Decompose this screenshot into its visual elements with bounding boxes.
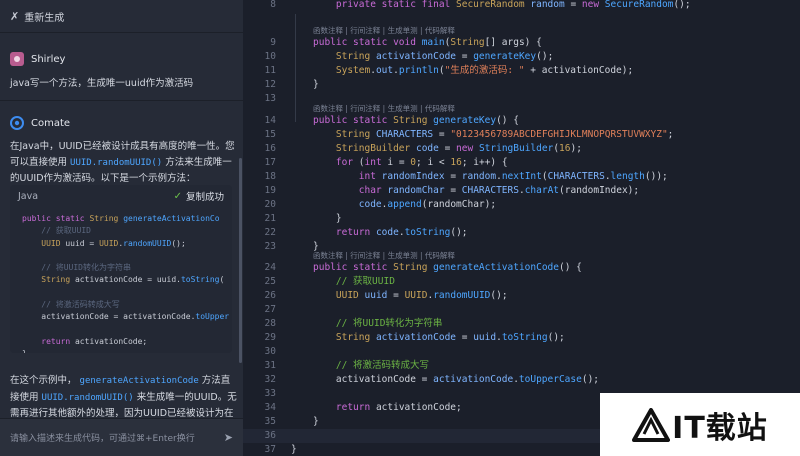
line-number: 8 [270, 0, 276, 10]
line-number: 24 [264, 262, 276, 273]
divider [0, 100, 243, 101]
line-number: 28 [264, 318, 276, 329]
send-icon[interactable]: ➤ [224, 431, 233, 444]
line-number: 12 [264, 79, 276, 90]
line-number: 20 [264, 199, 276, 210]
code-line: public static String generateActivationC… [313, 262, 582, 273]
code-line: activationCode = activationCode.toUpperC… [313, 374, 600, 385]
line-number: 22 [264, 227, 276, 238]
check-icon: ✓ [173, 190, 182, 202]
line-number: 36 [264, 430, 276, 441]
line-number: 16 [264, 143, 276, 154]
code-line: for (int i = 0; i < 16; i++) { [335, 157, 508, 168]
regenerate-icon: ✗ [10, 9, 20, 23]
code-line: String activationCode = uuid.toString(); [335, 332, 565, 343]
line-number: 18 [264, 171, 276, 182]
user-message-header: Shirley [10, 52, 65, 66]
code-line: return activationCode; [335, 402, 462, 413]
code-line: // 将UUID转化为字符串 [335, 318, 443, 329]
line-number: 35 [264, 416, 276, 427]
code-line: UUID uuid = UUID.randomUUID(); [335, 290, 508, 301]
copy-label: 复制成功 [185, 192, 224, 203]
code-line: StringBuilder code = new StringBuilder(1… [335, 143, 582, 154]
chat-scrollbar[interactable] [239, 158, 242, 363]
bot-message-header: Comate [10, 116, 70, 130]
code-editor[interactable]: 8 private static final SecureRandom rand… [243, 0, 800, 456]
code-line: String activationCode = generateKey(); [335, 51, 554, 62]
bot-name: Comate [31, 117, 71, 129]
user-name: Shirley [31, 53, 66, 65]
code-line: String CHARACTERS = "0123456789ABCDEFGHI… [335, 129, 674, 140]
code-line: int randomIndex = random.nextInt(CHARACT… [358, 171, 668, 182]
watermark-logo: IT载站 [600, 393, 800, 456]
line-number: 9 [270, 37, 276, 48]
user-message: java写一个方法，生成唯一uuid作为激活码 [10, 78, 194, 89]
watermark-text: IT载站 [672, 410, 768, 446]
code-language: Java [18, 190, 39, 202]
code-line: // 获取UUID [335, 276, 395, 287]
code-line: } [313, 416, 319, 427]
code-line: // 将激活码转成大写 [335, 360, 430, 371]
warning-triangle-icon [632, 407, 671, 442]
divider [0, 32, 243, 33]
code-line: private static final SecureRandom random… [335, 0, 691, 10]
inline-code: UUID.randomUUID() [70, 157, 163, 168]
regenerate-button[interactable]: ✗ 重新生成 [0, 0, 243, 32]
code-lens[interactable]: 函数注释 | 行间注释 | 生成单测 | 代码解释 [313, 26, 455, 36]
code-line: public static void main(String[] args) { [313, 37, 542, 48]
line-number: 21 [264, 213, 276, 224]
bot-intro-text: 在Java中，UUID已经被设计成具有高度的唯一性。您可以直接使用 UUID.r… [10, 139, 238, 187]
line-number: 30 [264, 346, 276, 357]
code-line: public static String generateKey() { [313, 115, 519, 126]
bot-summary-part: 在这个示例中， [10, 375, 77, 386]
comate-logo-icon [10, 116, 24, 130]
line-number: 13 [264, 93, 276, 104]
copy-button[interactable]: ✓ 复制成功 [173, 189, 224, 204]
code-line: code.append(randomChar); [358, 199, 497, 210]
code-lens[interactable]: 函数注释 | 行间注释 | 生成单测 | 代码解释 [313, 104, 455, 114]
regenerate-label: 重新生成 [24, 12, 65, 24]
line-number: 19 [264, 185, 276, 196]
line-number: 10 [264, 51, 276, 62]
line-number: 27 [264, 304, 276, 315]
chat-input[interactable]: 请输入描述来生成代码，可通过⌘+Enter换行 [10, 431, 224, 444]
code-line: } [313, 79, 319, 90]
inline-code: generateActivationCode [79, 376, 199, 386]
code-block: Java ✓ 复制成功 public static String generat… [10, 185, 232, 353]
line-number: 14 [264, 115, 276, 126]
code-lens[interactable]: 函数注释 | 行间注释 | 生成单测 | 代码解释 [313, 251, 455, 261]
code-line: return code.toString(); [335, 227, 468, 238]
code-line: } [313, 213, 342, 224]
line-number: 26 [264, 290, 276, 301]
line-number: 32 [264, 374, 276, 385]
line-number: 23 [264, 241, 276, 252]
code-block-header: Java ✓ 复制成功 [10, 185, 232, 207]
code-line: } [291, 444, 297, 455]
code-line: char randomChar = CHARACTERS.charAt(rand… [358, 185, 640, 196]
line-number: 25 [264, 276, 276, 287]
line-number: 15 [264, 129, 276, 140]
line-number: 31 [264, 360, 276, 371]
line-number: 29 [264, 332, 276, 343]
line-number: 33 [264, 388, 276, 399]
line-number: 11 [264, 65, 276, 76]
code-line: System.out.println("生成的激活码: " + activati… [335, 65, 634, 76]
inline-code: UUID.randomUUID() [41, 392, 134, 403]
chat-panel: ✗ 重新生成 Shirley java写一个方法，生成唯一uuid作为激活码 C… [0, 0, 243, 456]
line-number: 34 [264, 402, 276, 413]
user-avatar [10, 52, 24, 66]
line-number: 17 [264, 157, 276, 168]
code-block-content: public static String generateActivationC… [22, 214, 230, 353]
chat-input-bar: 请输入描述来生成代码，可通过⌘+Enter换行 ➤ [0, 418, 243, 456]
line-number: 37 [264, 444, 276, 455]
